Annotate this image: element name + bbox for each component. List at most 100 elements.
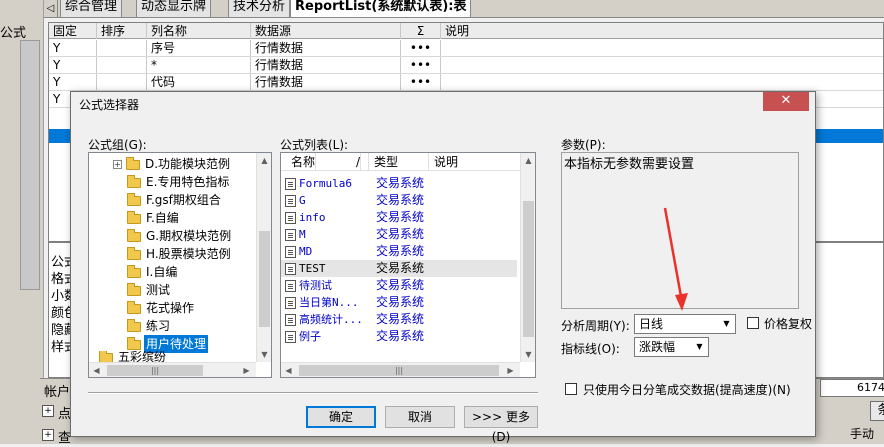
list-item[interactable]: M 交易系统 — [281, 226, 517, 243]
formula-icon — [285, 177, 296, 190]
col-header-source[interactable]: 数据源 — [251, 23, 401, 39]
period-value: 日线 — [639, 317, 664, 331]
scroll-right-icon[interactable]: ▶ — [503, 363, 518, 377]
tab-nav-left-icon[interactable]: ◁ — [44, 0, 58, 18]
sidebar-label: 公式 — [0, 26, 27, 41]
formula-icon — [285, 279, 296, 292]
params-area: 本指标无参数需要设置 — [561, 152, 799, 309]
expand-icon[interactable]: + — [42, 429, 54, 441]
tree-node[interactable]: 测试 — [127, 281, 172, 299]
today-only-checkbox[interactable] — [565, 383, 577, 395]
col-header-sort[interactable]: 排序 — [97, 23, 147, 39]
list-item[interactable]: 例子 交易系统 — [281, 328, 517, 345]
tree-node[interactable]: G.期权模块范例 — [127, 227, 233, 245]
list-item[interactable]: G 交易系统 — [281, 192, 517, 209]
cell-source: 行情数据 — [251, 40, 401, 56]
scroll-thumb[interactable] — [259, 231, 270, 327]
formula-icon — [285, 330, 296, 343]
tree-node[interactable]: H.股票模块范例 — [127, 245, 233, 263]
scroll-up-icon[interactable]: ▲ — [257, 153, 271, 168]
price-restore-label: 价格复权 — [764, 317, 813, 331]
scroll-up-icon[interactable]: ▲ — [521, 153, 535, 168]
cell-fixed: Y — [49, 40, 97, 56]
price-restore-checkbox[interactable] — [747, 317, 759, 329]
cell-sort — [97, 40, 147, 56]
params-label: 参数(P): — [561, 138, 606, 152]
formula-type: 交易系统 — [376, 244, 425, 258]
folder-icon — [99, 351, 113, 363]
tree-node[interactable]: 练习 — [127, 317, 172, 335]
formula-group-tree[interactable]: + D.功能模块范例 E.专用特色指标 F.gsf期权组合 F.自编 G.期权模块… — [88, 152, 272, 378]
scroll-left-icon[interactable]: ◀ — [89, 363, 104, 377]
sidebar-scrollbar[interactable] — [20, 40, 40, 290]
folder-icon — [126, 156, 140, 170]
dialog-title: 公式选择器 — [79, 98, 140, 112]
tree-node[interactable]: F.自编 — [127, 209, 181, 227]
scroll-thumb[interactable] — [523, 201, 534, 337]
ok-button[interactable]: 确定 — [306, 406, 376, 428]
cancel-button[interactable]: 取消 — [385, 406, 455, 428]
table-row[interactable]: Y 代码 行情数据 ••• — [49, 74, 883, 91]
formula-icon — [285, 313, 296, 326]
formula-icon — [285, 262, 296, 275]
cell-sum-button[interactable]: ••• — [401, 74, 441, 90]
list-item[interactable]: 当日第N... 交易系统 — [281, 294, 517, 311]
list-item[interactable]: Formula6 交易系统 — [281, 175, 517, 192]
account-tab[interactable]: 帐户 — [44, 381, 70, 400]
col-header-fixed[interactable]: 固定 — [49, 23, 97, 39]
tree-node[interactable]: 花式操作 — [127, 299, 196, 317]
tab-dynamic-board[interactable]: 动态显示牌 — [136, 0, 212, 18]
list-horizontal-scrollbar[interactable]: ◀ ||| ▶ — [281, 362, 520, 377]
formula-list[interactable]: 名称 / 类型 说明 Formula6 交易系统 G 交易系统 info 交易系统 M 交… — [280, 152, 536, 378]
period-select[interactable]: 日线 ▼ — [634, 314, 736, 334]
close-icon[interactable]: ✕ — [763, 92, 809, 111]
tree-node[interactable]: E.专用特色指标 — [127, 173, 231, 191]
cell-sort — [97, 57, 147, 73]
scroll-left-icon[interactable]: ◀ — [281, 363, 296, 377]
formula-name: MD — [299, 245, 313, 258]
account-select[interactable]: 617494 — [820, 379, 884, 397]
list-col-name[interactable]: 名称 / — [281, 153, 369, 171]
indicator-value: 涨跌幅 — [639, 340, 676, 354]
chevron-down-icon[interactable]: ▼ — [718, 315, 735, 333]
cell-sum-button[interactable]: ••• — [401, 57, 441, 73]
scroll-down-icon[interactable]: ▼ — [521, 347, 535, 362]
list-item-hover[interactable]: TEST 交易系统 — [281, 260, 517, 277]
cell-source: 行情数据 — [251, 74, 401, 90]
list-item[interactable]: MD 交易系统 — [281, 243, 517, 260]
scroll-right-icon[interactable]: ▶ — [239, 363, 254, 377]
col-header-name[interactable]: 列名称 — [147, 23, 251, 39]
tab-technical-analysis[interactable]: 技术分析 — [228, 0, 291, 18]
list-vertical-scrollbar[interactable]: ▲ ▼ — [520, 153, 535, 362]
chevron-down-icon[interactable]: ▼ — [691, 338, 708, 356]
list-item[interactable]: info 交易系统 — [281, 209, 517, 226]
scroll-thumb[interactable]: ||| — [299, 365, 499, 376]
tree-node-label: 花式操作 — [146, 301, 195, 315]
tree-vertical-scrollbar[interactable]: ▲ ▼ — [256, 153, 271, 362]
tab-general-management[interactable]: 综合管理 — [60, 0, 123, 18]
tree-horizontal-scrollbar[interactable]: ◀ ||| ▶ — [89, 362, 256, 377]
indicator-select[interactable]: 涨跌幅 ▼ — [634, 337, 709, 357]
list-item[interactable]: 高频统计... 交易系统 — [281, 311, 517, 328]
table-row[interactable]: Y * 行情数据 ••• — [49, 57, 883, 74]
more-button[interactable]: >>> 更多(D) — [464, 406, 538, 444]
table-row[interactable]: Y 序号 行情数据 ••• — [49, 40, 883, 57]
formula-type: 交易系统 — [376, 261, 425, 275]
condition-order-button[interactable]: 条件单 — [870, 401, 884, 421]
list-col-desc[interactable]: 说明 — [429, 153, 519, 171]
tree-node-label: 练习 — [146, 319, 171, 333]
expand-icon[interactable]: + — [113, 160, 122, 169]
tree-node[interactable]: I.自编 — [127, 263, 179, 281]
list-col-type[interactable]: 类型 — [369, 153, 429, 171]
col-header-desc[interactable]: 说明 — [441, 23, 884, 39]
cell-sum-button[interactable]: ••• — [401, 40, 441, 56]
scroll-thumb[interactable]: ||| — [107, 365, 203, 376]
tab-report-list[interactable]: ReportList(系统默认表):表 — [290, 0, 472, 18]
list-item[interactable]: 待测试 交易系统 — [281, 277, 517, 294]
expand-icon[interactable]: + — [42, 405, 54, 417]
tree-node[interactable]: + D.功能模块范例 — [113, 155, 232, 173]
scroll-down-icon[interactable]: ▼ — [257, 347, 271, 362]
col-header-sum[interactable]: Σ — [401, 23, 441, 39]
formula-type: 交易系统 — [376, 295, 425, 309]
tree-node[interactable]: F.gsf期权组合 — [127, 191, 223, 209]
